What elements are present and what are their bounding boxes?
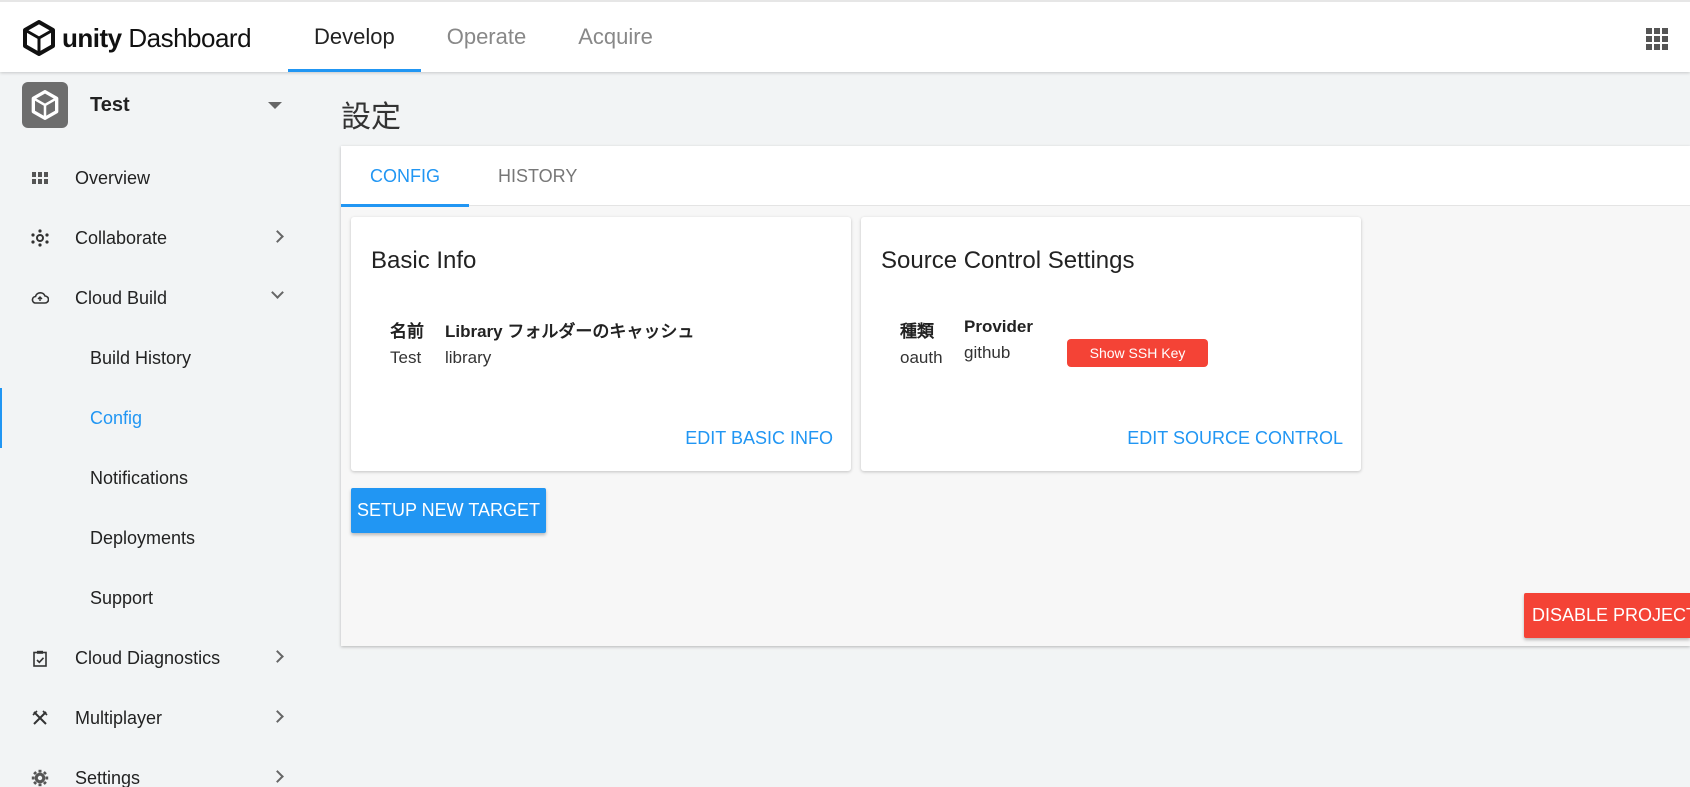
sidebar-item-multiplayer[interactable]: Multiplayer	[0, 696, 318, 740]
library-cache-column: Library フォルダーのキャッシュ library	[445, 317, 694, 368]
swords-icon	[30, 708, 50, 728]
unity-logo[interactable]: unity Dashboard	[22, 18, 252, 58]
config-tabs: CONFIG HISTORY	[341, 146, 1690, 207]
chevron-right-icon	[271, 650, 284, 663]
project-avatar	[22, 82, 68, 128]
sidebar-item-collaborate[interactable]: Collaborate	[0, 216, 318, 260]
sidebar-item-build-history[interactable]: Build History	[0, 336, 318, 380]
name-column: 名前 Test	[390, 317, 424, 368]
sidebar-item-label: Support	[90, 587, 154, 608]
sidebar-item-deployments[interactable]: Deployments	[0, 516, 318, 560]
config-panel: CONFIG HISTORY Basic Info 名前 Test Librar…	[341, 146, 1690, 646]
sidebar-item-label: Cloud Diagnostics	[75, 647, 221, 668]
nav-tab-acquire[interactable]: Acquire	[552, 2, 679, 72]
cloud-icon	[30, 288, 50, 308]
project-name: Test	[90, 93, 130, 116]
sidebar-item-label: Settings	[75, 767, 141, 787]
nav-tab-operate[interactable]: Operate	[421, 2, 553, 72]
sidebar-item-cloud-diagnostics[interactable]: Cloud Diagnostics	[0, 636, 318, 680]
sidebar-item-notifications[interactable]: Notifications	[0, 456, 318, 500]
caret-down-icon	[268, 102, 282, 109]
provider-header: Provider	[964, 317, 1033, 336]
sidebar-item-cloud-build[interactable]: Cloud Build	[0, 276, 318, 320]
sidebar-item-settings[interactable]: Settings	[0, 756, 318, 787]
tab-config[interactable]: CONFIG	[341, 146, 469, 207]
disable-project-button[interactable]: DISABLE PROJECT	[1524, 593, 1690, 638]
setup-new-target-button[interactable]: SETUP NEW TARGET	[351, 488, 546, 533]
gear-icon	[30, 768, 50, 787]
edit-source-control-button[interactable]: EDIT SOURCE CONTROL	[1127, 428, 1343, 449]
card-title: Basic Info	[371, 247, 477, 274]
provider-value: github	[964, 343, 1011, 362]
sidebar: Test Overview Collaborate Cloud Build Bu…	[0, 72, 318, 787]
provider-column: Provider github	[964, 317, 1033, 363]
sidebar-item-label: Cloud Build	[75, 287, 168, 308]
project-selector[interactable]: Test	[22, 82, 288, 128]
chevron-down-icon	[271, 286, 284, 299]
type-column: 種類 oauth	[900, 317, 943, 368]
chevron-right-icon	[271, 770, 284, 783]
library-cache-value: library	[445, 348, 492, 367]
main-nav: Develop Operate Acquire	[288, 2, 679, 72]
name-value: Test	[390, 348, 422, 367]
sidebar-item-support[interactable]: Support	[0, 576, 318, 620]
sidebar-item-label: Build History	[90, 347, 192, 368]
source-control-card: Source Control Settings 種類 oauth Provide…	[861, 217, 1361, 471]
library-cache-header: Library フォルダーのキャッシュ	[445, 322, 695, 341]
sidebar-item-overview[interactable]: Overview	[0, 156, 318, 200]
nav-tab-develop[interactable]: Develop	[288, 2, 421, 72]
sidebar-item-label: Deployments	[90, 527, 196, 548]
edit-basic-info-button[interactable]: EDIT BASIC INFO	[685, 428, 833, 449]
type-header: 種類	[900, 322, 934, 341]
page-title: 設定	[341, 100, 401, 135]
chevron-right-icon	[271, 230, 284, 243]
collaborate-icon	[30, 228, 50, 248]
sidebar-item-label: Multiplayer	[75, 707, 163, 728]
name-header: 名前	[390, 322, 424, 341]
type-value: oauth	[900, 348, 943, 367]
unity-logo-icon	[31, 90, 59, 120]
sidebar-item-label: Overview	[75, 167, 151, 188]
tab-history[interactable]: HISTORY	[469, 146, 606, 206]
chevron-right-icon	[271, 710, 284, 723]
card-title: Source Control Settings	[881, 247, 1135, 274]
clipboard-icon	[30, 648, 50, 668]
unity-logo-icon	[23, 20, 55, 56]
grid-icon	[30, 168, 50, 188]
sidebar-item-config[interactable]: Config	[0, 388, 318, 448]
top-bar: unity Dashboard Develop Operate Acquire	[0, 0, 1690, 72]
sidebar-item-label: Notifications	[90, 467, 189, 488]
logo-text: unity Dashboard	[62, 22, 252, 53]
apps-grid-icon[interactable]	[1646, 28, 1668, 50]
basic-info-card: Basic Info 名前 Test Library フォルダーのキャッシュ l…	[351, 217, 851, 471]
sidebar-item-label: Collaborate	[75, 227, 168, 248]
sidebar-item-label: Config	[90, 407, 143, 428]
show-ssh-key-button[interactable]: Show SSH Key	[1067, 339, 1208, 367]
